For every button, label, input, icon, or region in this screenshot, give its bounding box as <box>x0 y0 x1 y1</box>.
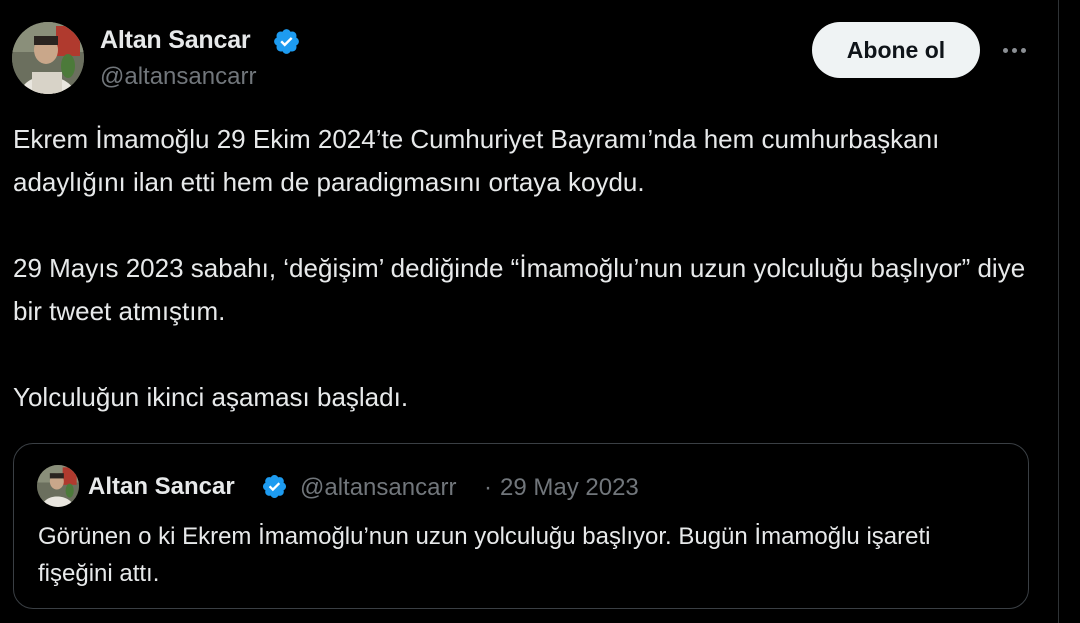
author-handle[interactable]: @altansancarr <box>100 63 256 91</box>
quoted-author-handle: @altansancarr <box>300 474 457 501</box>
tweet-paragraph: Ekrem İmamoğlu 29 Ekim 2024’te Cumhuriye… <box>13 124 940 197</box>
column-divider <box>1058 0 1059 623</box>
quoted-author-name: Altan Sancar <box>88 473 235 500</box>
more-horizontal-icon <box>1011 47 1017 53</box>
tweet-paragraph: 29 Mayıs 2023 sabahı, ‘değişim’ dediğind… <box>13 253 1026 326</box>
quoted-author-avatar <box>37 465 79 507</box>
verified-badge-icon <box>274 29 299 54</box>
more-options-button[interactable] <box>996 36 1032 64</box>
tweet-view: Altan Sancar @altansancarr Abone ol Ekre… <box>0 0 1080 623</box>
verified-badge-icon <box>262 474 287 499</box>
tweet-text: Ekrem İmamoğlu 29 Ekim 2024’te Cumhuriye… <box>13 118 1033 419</box>
quoted-tweet-date[interactable]: 29 May 2023 <box>500 474 639 502</box>
follow-button[interactable]: Abone ol <box>812 22 980 78</box>
more-horizontal-icon <box>1002 47 1008 53</box>
profile-photo-icon <box>37 465 79 507</box>
separator-dot: · <box>484 474 492 501</box>
author-avatar[interactable] <box>12 22 84 94</box>
quoted-tweet-text: Görünen o ki Ekrem İmamoğlu’nun uzun yol… <box>38 523 931 587</box>
quoted-tweet-card[interactable]: Altan Sancar @altansancarr · 29 May 2023… <box>13 443 1029 609</box>
author-name[interactable]: Altan Sancar <box>100 26 251 55</box>
tweet-paragraph: Yolculuğun ikinci aşaması başladı. <box>13 382 409 412</box>
profile-photo-icon <box>12 22 84 94</box>
more-horizontal-icon <box>1020 47 1026 53</box>
